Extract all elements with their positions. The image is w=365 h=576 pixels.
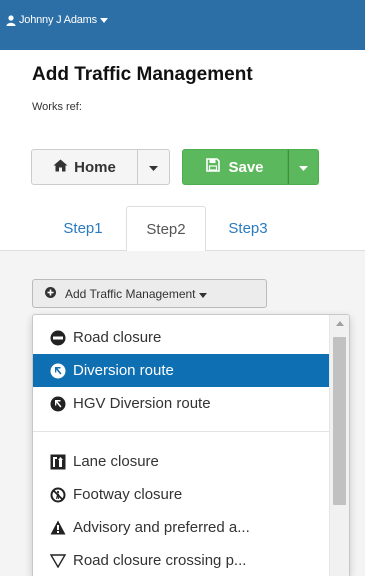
tab-step3[interactable]: Step3 <box>213 206 283 251</box>
page-title: Add Traffic Management <box>32 64 253 85</box>
lane-closure-icon <box>49 453 67 471</box>
caret-down-icon <box>99 17 108 23</box>
menu-item-label: Diversion route <box>73 362 174 379</box>
caret-down-icon <box>198 287 207 301</box>
menu-item-label: Road closure <box>73 329 162 346</box>
menu-item-label: Lane closure <box>73 453 159 470</box>
tab-step2[interactable]: Step2 <box>126 206 206 252</box>
scrollbar-thumb[interactable] <box>333 337 346 505</box>
top-navbar: Johnny J Adams <box>0 0 365 50</box>
home-button[interactable]: Home <box>31 149 138 185</box>
menu-item-lane-closure[interactable]: Lane closure <box>33 445 329 478</box>
no-entry-icon <box>49 329 67 347</box>
diversion-arrow-icon <box>49 362 67 380</box>
menu-item-label: Road closure crossing p... <box>73 552 247 569</box>
user-icon <box>6 14 16 26</box>
menu-item-hgv-diversion-route[interactable]: HGV Diversion route <box>33 387 329 420</box>
home-button-label: Home <box>74 158 116 176</box>
add-traffic-management-button[interactable]: Add Traffic Management <box>32 279 267 308</box>
add-traffic-management-label: Add Traffic Management <box>65 286 196 301</box>
caret-down-icon <box>149 158 158 176</box>
step-tabs: Step1 Step2 Step3 <box>0 206 365 252</box>
dropdown-scrollbar[interactable] <box>329 315 349 576</box>
pedestrian-prohibited-icon <box>49 486 67 504</box>
caret-down-icon <box>299 158 308 176</box>
plus-circle-icon <box>45 286 56 301</box>
menu-item-diversion-route[interactable]: Diversion route <box>33 354 329 387</box>
home-button-group: Home <box>31 149 170 185</box>
save-dropdown-toggle[interactable] <box>288 149 319 185</box>
diversion-arrow-icon <box>49 395 67 413</box>
user-menu[interactable]: Johnny J Adams <box>6 14 108 26</box>
home-dropdown-toggle[interactable] <box>138 149 170 185</box>
save-button[interactable]: Save <box>182 149 288 185</box>
floppy-disk-icon <box>206 158 221 176</box>
menu-item-road-closure-crossing[interactable]: Road closure crossing p... <box>33 544 329 576</box>
menu-item-label: Footway closure <box>73 486 183 503</box>
home-icon <box>53 159 68 176</box>
menu-item-footway-closure[interactable]: Footway closure <box>33 478 329 511</box>
works-ref-label: Works ref: <box>32 101 82 113</box>
save-button-label: Save <box>228 158 264 176</box>
menu-item-road-closure[interactable]: Road closure <box>33 321 329 354</box>
user-name: Johnny J Adams <box>19 14 97 26</box>
triangle-outline-icon <box>49 552 67 570</box>
menu-item-label: HGV Diversion route <box>73 395 211 412</box>
menu-item-label: Advisory and preferred a... <box>73 519 250 536</box>
save-button-group: Save <box>182 149 319 185</box>
menu-item-advisory-route[interactable]: Advisory and preferred a... <box>33 511 329 544</box>
warning-triangle-icon <box>49 519 67 537</box>
scroll-up-arrow-icon[interactable] <box>336 321 344 326</box>
traffic-management-dropdown: Road closure Diversion route HGV Diversi… <box>32 314 350 576</box>
tab-step1[interactable]: Step1 <box>48 206 118 251</box>
menu-divider <box>33 431 329 432</box>
